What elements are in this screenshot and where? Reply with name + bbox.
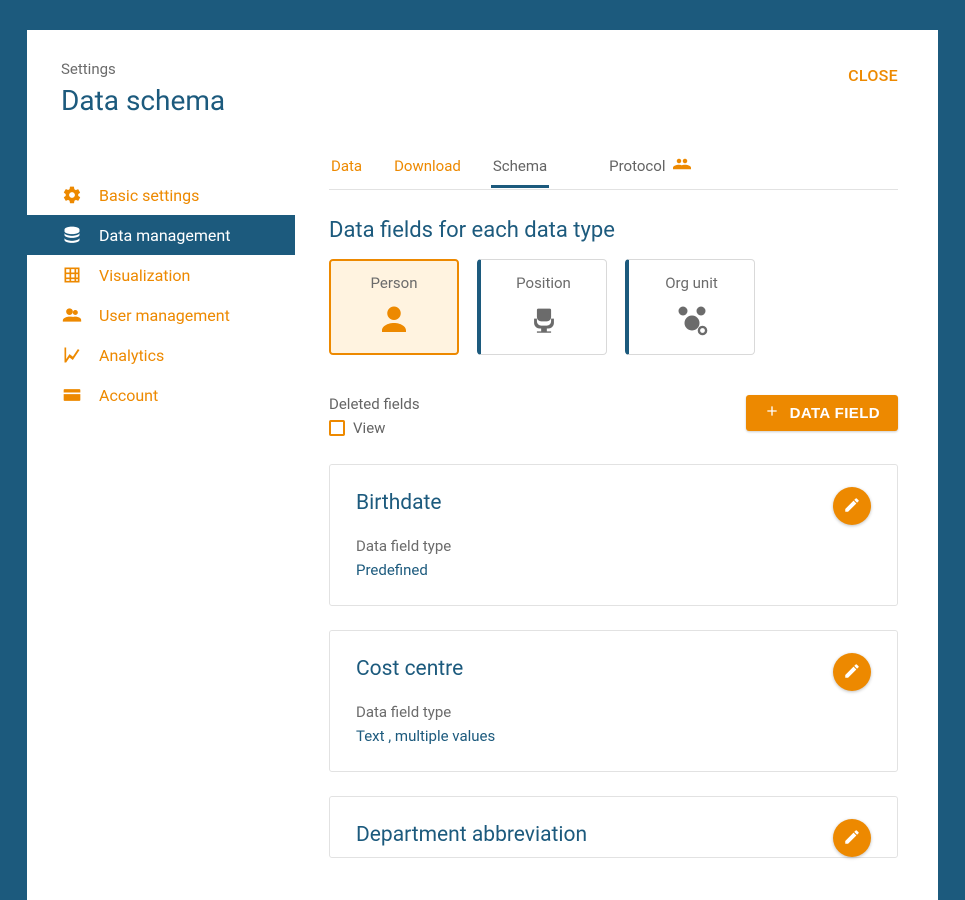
pencil-icon — [843, 496, 861, 517]
sidebar-item-label: Analytics — [99, 346, 164, 365]
add-data-field-label: DATA FIELD — [790, 405, 880, 422]
type-card-orgunit[interactable]: Org unit — [625, 259, 755, 355]
tab-download[interactable]: Download — [392, 145, 463, 187]
data-field-type-label: Data field type — [356, 703, 871, 721]
view-deleted-checkbox[interactable]: View — [329, 419, 385, 437]
type-card-label: Position — [516, 274, 571, 292]
data-field-name: Birthdate — [356, 491, 871, 515]
sidebar-item-label: Account — [99, 386, 158, 405]
type-card-label: Person — [371, 274, 418, 292]
sidebar-item-label: Visualization — [99, 266, 190, 285]
tab-data[interactable]: Data — [329, 145, 364, 187]
sidebar-item-label: User management — [99, 306, 230, 325]
breadcrumb: Settings — [61, 60, 225, 78]
sidebar-item-user-management[interactable]: User management — [27, 295, 295, 335]
sidebar: Basic settings Data management Visualiza… — [27, 141, 295, 858]
orgunit-icon — [672, 300, 712, 340]
data-field-name: Cost centre — [356, 657, 871, 681]
gear-icon — [61, 184, 83, 206]
edit-field-button[interactable] — [833, 819, 871, 857]
type-card-person[interactable]: Person — [329, 259, 459, 355]
edit-field-button[interactable] — [833, 653, 871, 691]
tab-protocol-label: Protocol — [609, 157, 665, 175]
close-button[interactable]: CLOSE — [848, 66, 898, 85]
add-data-field-button[interactable]: DATA FIELD — [746, 395, 898, 431]
sidebar-item-label: Basic settings — [99, 186, 199, 205]
data-field-type-value: Predefined — [356, 561, 871, 579]
sidebar-item-account[interactable]: Account — [27, 375, 295, 415]
sidebar-item-data-management[interactable]: Data management — [27, 215, 295, 255]
sidebar-item-label: Data management — [99, 226, 230, 245]
data-field-card: Cost centre Data field type Text , multi… — [329, 630, 898, 772]
type-card-label: Org unit — [665, 274, 718, 292]
section-title: Data fields for each data type — [329, 218, 898, 243]
person-icon — [374, 300, 414, 340]
grid-icon — [61, 264, 83, 286]
sidebar-item-basic-settings[interactable]: Basic settings — [27, 175, 295, 215]
sidebar-item-visualization[interactable]: Visualization — [27, 255, 295, 295]
deleted-fields-label: Deleted fields — [329, 395, 420, 413]
sidebar-item-analytics[interactable]: Analytics — [27, 335, 295, 375]
card-icon — [61, 384, 83, 406]
data-field-type-value: Text , multiple values — [356, 727, 871, 745]
data-field-card: Birthdate Data field type Predefined — [329, 464, 898, 606]
view-deleted-label: View — [353, 419, 385, 437]
tab-schema[interactable]: Schema — [491, 145, 549, 187]
chair-icon — [524, 300, 564, 340]
checkbox-icon — [329, 420, 345, 436]
pencil-icon — [843, 662, 861, 683]
tabbar: Data Download Schema Protocol — [329, 143, 898, 190]
chart-icon — [61, 344, 83, 366]
database-icon — [61, 224, 83, 246]
page-title: Data schema — [61, 84, 225, 117]
users-icon — [61, 304, 83, 326]
tab-protocol: Protocol — [607, 143, 693, 189]
data-field-card: Department abbreviation — [329, 796, 898, 858]
plus-icon — [764, 403, 780, 423]
data-field-name: Department abbreviation — [356, 823, 871, 847]
pencil-icon — [843, 828, 861, 849]
data-field-type-label: Data field type — [356, 537, 871, 555]
type-card-position[interactable]: Position — [477, 259, 607, 355]
group-icon — [673, 155, 691, 177]
edit-field-button[interactable] — [833, 487, 871, 525]
